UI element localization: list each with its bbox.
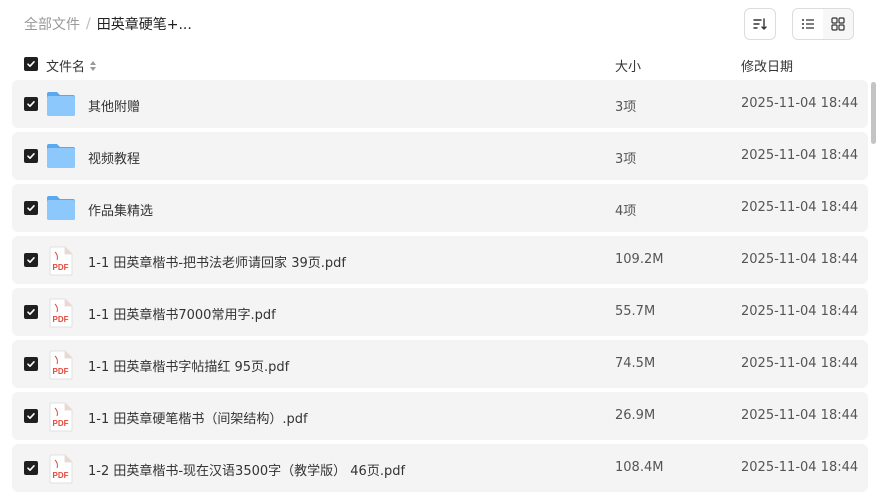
file-size: 4项 [615,204,637,219]
breadcrumb-separator: / [86,16,91,32]
file-name[interactable]: 1-1 田英章楷书字帖描红 95页.pdf [88,356,289,375]
file-name[interactable]: 作品集精选 [88,200,153,219]
pdf-file-icon: PDF [46,350,76,380]
pdf-file-icon: PDF [46,454,76,484]
file-row[interactable]: 其他附赠 3项 2025-11-04 18:44 [12,80,868,128]
file-date: 2025-11-04 18:44 [741,96,859,111]
pdf-file-icon: PDF [46,402,76,432]
file-row[interactable]: PDF 1-1 田英章楷书7000常用字.pdf 55.7M 2025-11-04 1… [12,288,868,336]
file-size: 109.2M [615,252,664,267]
check-icon [27,101,35,107]
grid-view-icon [831,17,845,31]
check-icon [27,465,35,471]
file-date: 2025-11-04 18:44 [741,460,859,475]
date-column-header[interactable]: 修改日期 [741,56,793,75]
select-all-checkbox[interactable] [24,57,38,71]
pdf-badge-text: PDF [53,263,69,272]
top-bar: 全部文件 / 田英章硬笔+... [0,0,878,48]
row-checkbox[interactable] [24,253,38,267]
file-row[interactable]: PDF 1-1 田英章楷书-把书法老师请回家 39页.pdf 109.2M 2025-… [12,236,868,284]
scrollbar[interactable] [871,82,876,144]
file-name[interactable]: 其他附赠 [88,96,140,115]
grid-view-button[interactable] [823,9,853,39]
file-name[interactable]: 1-2 田英章楷书-现在汉语3500字（教学版） 46页.pdf [88,460,405,479]
name-column-label: 文件名 [46,60,86,75]
breadcrumb-root[interactable]: 全部文件 [24,14,80,34]
sort-arrows-icon [90,60,97,71]
row-checkbox[interactable] [24,201,38,215]
file-size: 108.4M [615,460,664,475]
file-size: 55.7M [615,304,656,319]
check-icon [27,413,35,419]
column-header: 文件名 大小 修改日期 [0,50,878,78]
check-icon [27,61,35,67]
pdf-badge-text: PDF [53,471,69,480]
check-icon [27,153,35,159]
check-icon [27,361,35,367]
folder-icon [46,194,76,222]
file-name[interactable]: 视频教程 [88,148,140,167]
row-checkbox[interactable] [24,409,38,423]
file-name[interactable]: 1-1 田英章楷书-把书法老师请回家 39页.pdf [88,252,346,271]
file-date: 2025-11-04 18:44 [741,200,859,215]
file-name[interactable]: 1-1 田英章硬笔楷书（间架结构）.pdf [88,408,308,427]
row-checkbox[interactable] [24,97,38,111]
breadcrumb: 全部文件 / 田英章硬笔+... [24,14,192,34]
view-toggle [792,8,854,40]
list-view-button[interactable] [793,9,823,39]
file-row[interactable]: 视频教程 3项 2025-11-04 18:44 [12,132,868,180]
pdf-file-icon: PDF [46,246,76,276]
file-size: 74.5M [615,356,656,371]
file-size: 3项 [615,152,637,167]
sort-icon [753,18,767,30]
row-checkbox[interactable] [24,461,38,475]
breadcrumb-current: 田英章硬笔+... [96,17,192,33]
row-checkbox[interactable] [24,149,38,163]
file-date: 2025-11-04 18:44 [741,408,859,423]
pdf-badge-text: PDF [53,315,69,324]
check-icon [27,205,35,211]
row-checkbox[interactable] [24,357,38,371]
file-name[interactable]: 1-1 田英章楷书7000常用字.pdf [88,304,276,323]
row-checkbox[interactable] [24,305,38,319]
list-view-icon [802,19,814,29]
file-date: 2025-11-04 18:44 [741,304,859,319]
folder-icon [46,142,76,170]
pdf-badge-text: PDF [53,419,69,428]
check-icon [27,257,35,263]
size-column-header[interactable]: 大小 [615,56,641,75]
file-size: 26.9M [615,408,656,423]
pdf-badge-text: PDF [53,367,69,376]
file-date: 2025-11-04 18:44 [741,252,859,267]
sort-button[interactable] [744,8,776,40]
check-icon [27,309,35,315]
pdf-file-icon: PDF [46,298,76,328]
file-row[interactable]: PDF 1-2 田英章楷书-现在汉语3500字（教学版） 46页.pdf 108.4… [12,444,868,492]
file-row[interactable]: PDF 1-1 田英章楷书字帖描红 95页.pdf 74.5M 2025-11-04 … [12,340,868,388]
name-column-header[interactable]: 文件名 [46,56,98,75]
file-date: 2025-11-04 18:44 [741,148,859,163]
file-row[interactable]: PDF 1-1 田英章硬笔楷书（间架结构）.pdf 26.9M 2025-11-04 … [12,392,868,440]
file-size: 3项 [615,100,637,115]
folder-icon [46,90,76,118]
file-row[interactable]: 作品集精选 4项 2025-11-04 18:44 [12,184,868,232]
file-date: 2025-11-04 18:44 [741,356,859,371]
file-list: 其他附赠 3项 2025-11-04 18:44 视频教程 3项 2025-11-04 1… [12,80,868,495]
